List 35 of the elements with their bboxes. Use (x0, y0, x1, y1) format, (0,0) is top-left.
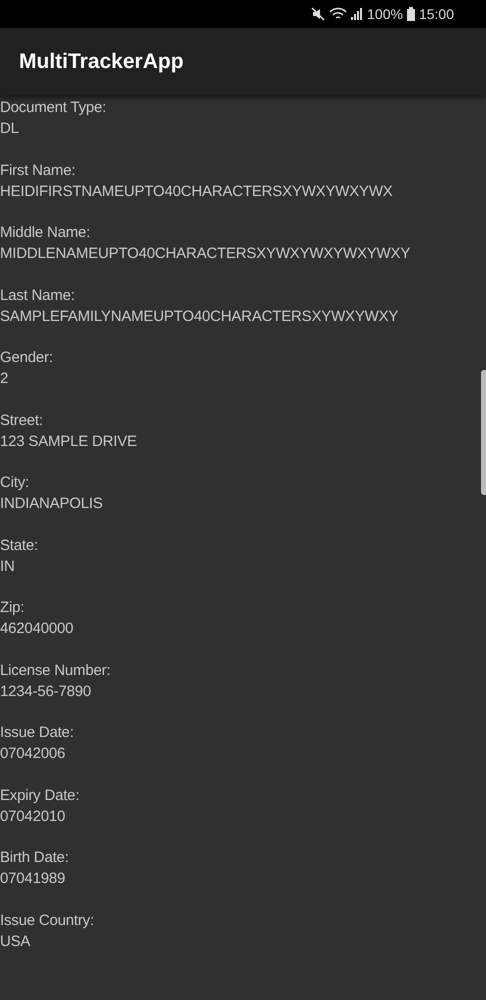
field-label: Middle Name: (0, 223, 92, 243)
field-label: City: (0, 473, 30, 493)
field-value: 07041989 (0, 869, 66, 889)
app-title: MultiTrackerApp (18, 48, 184, 75)
field-value: SAMPLEFAMILYNAMEUPTO40CHARACTERSXYWXYWXY (0, 306, 400, 326)
field-value: 07042006 (0, 744, 66, 764)
field-label: Street: (0, 410, 44, 430)
field-value: HEIDIFIRSTNAMEUPTO40CHARACTERSXYWXYWXYWX (0, 182, 394, 202)
field-label: Gender: (0, 348, 54, 368)
field-value: IN (0, 556, 16, 576)
field-value: 1234-56-7890 (0, 682, 92, 702)
field-value: USA (0, 932, 32, 952)
field-label: Issue Date: (0, 723, 75, 743)
field-value: 462040000 (0, 619, 74, 639)
wifi-icon (329, 7, 348, 21)
field-label: Document Type: (0, 98, 108, 118)
field-value: 123 SAMPLE DRIVE (0, 432, 138, 452)
field-label: First Name: (0, 160, 76, 180)
field-label: Issue Country: (0, 910, 95, 930)
field-label: Zip: (0, 598, 26, 618)
battery-icon (406, 7, 415, 21)
field-label: Expiry Date: (0, 786, 80, 806)
field-value: DL (0, 119, 20, 139)
field-label: State: (0, 536, 39, 556)
field-value: 2 (0, 369, 10, 389)
field-value: 07042010 (0, 806, 66, 826)
battery-level: 100% (367, 4, 403, 24)
mute-icon (311, 7, 326, 21)
field-value: INDIANAPOLIS (0, 494, 104, 514)
field-label: License Number: (0, 660, 112, 680)
clock: 15:00 (418, 4, 454, 24)
field-value: MIDDLENAMEUPTO40CHARACTERSXYWXYWXYWXYWXY (0, 244, 412, 264)
signal-icon (351, 8, 364, 20)
field-label: Last Name: (0, 286, 76, 306)
field-label: Birth Date: (0, 848, 70, 868)
